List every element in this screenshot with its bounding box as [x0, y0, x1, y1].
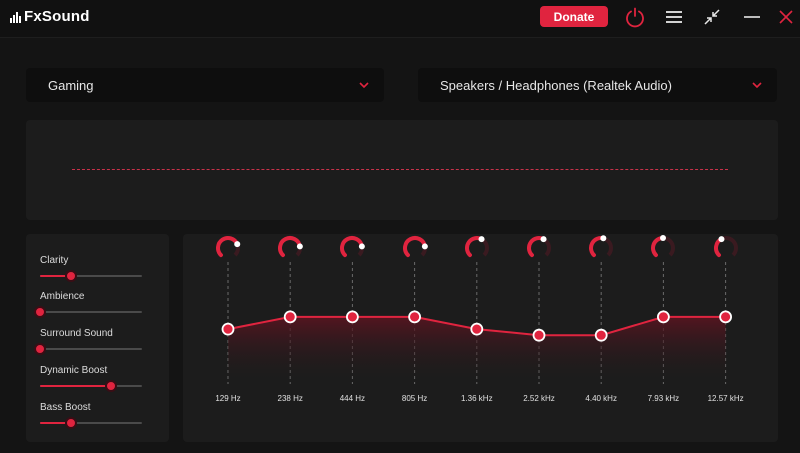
- equalizer-panel: 129 Hz 238 Hz 444 Hz 805 Hz 1.36 kHz 2.52 kHz…: [183, 234, 778, 442]
- eq-band-frequency-label: 1.36 kHz: [461, 394, 493, 403]
- eq-band-frequency-label: 12.57 kHz: [707, 394, 744, 403]
- menu-icon[interactable]: [661, 4, 687, 30]
- effect-bass-boost: Bass Boost: [40, 402, 142, 432]
- eq-band-frequency-label: 7.93 kHz: [647, 394, 680, 403]
- eq-band-frequency-label: 129 Hz: [215, 394, 241, 403]
- logo-text: FxSound: [24, 8, 90, 25]
- output-device-dropdown[interactable]: Speakers / Headphones (Realtek Audio): [418, 68, 777, 102]
- effect-clarity: Clarity: [40, 255, 142, 285]
- eq-band-frequency-label: 238 Hz: [277, 394, 303, 403]
- effect-label: Ambience: [40, 291, 85, 302]
- eq-band-handle[interactable]: [532, 328, 546, 342]
- spectrum-visualizer: [26, 120, 778, 220]
- effect-label: Surround Sound: [40, 328, 113, 339]
- logo-bars-icon: [10, 11, 21, 23]
- ambience-slider[interactable]: [34, 306, 142, 318]
- eq-band-dial[interactable]: [587, 234, 615, 262]
- eq-band-dial[interactable]: [214, 234, 242, 262]
- slider-knob[interactable]: [34, 306, 46, 318]
- eq-band-handle[interactable]: [221, 322, 235, 336]
- eq-band-handle[interactable]: [470, 322, 484, 336]
- effect-label: Dynamic Boost: [40, 365, 108, 376]
- eq-band-handle[interactable]: [283, 310, 297, 324]
- eq-band-handle[interactable]: [656, 310, 670, 324]
- slider-knob[interactable]: [64, 270, 77, 282]
- slider-knob[interactable]: [34, 343, 46, 355]
- minimize-to-compact-icon[interactable]: [699, 4, 725, 30]
- eq-band-dial[interactable]: [401, 234, 429, 262]
- eq-band-frequency-label: 2.52 kHz: [523, 394, 555, 403]
- eq-band-handle[interactable]: [594, 328, 608, 342]
- effect-dynamic-boost: Dynamic Boost: [40, 365, 142, 395]
- chevron-down-icon: [752, 82, 762, 89]
- effect-surround-sound: Surround Sound: [34, 328, 142, 358]
- eq-band-frequency-label: 4.40 kHz: [585, 394, 617, 403]
- eq-band-dial[interactable]: [649, 234, 677, 262]
- fxsound-logo: FxSound: [10, 8, 90, 25]
- preset-selected-value: Gaming: [48, 77, 94, 93]
- minimize-icon[interactable]: [739, 4, 765, 30]
- effects-panel: Clarity Ambience Surround Sound Dynamic …: [26, 234, 169, 442]
- clarity-slider[interactable]: [40, 270, 142, 282]
- power-icon[interactable]: [622, 4, 648, 30]
- eq-band-frequency-label: 805 Hz: [401, 394, 428, 403]
- bass-boost-slider[interactable]: [40, 417, 142, 429]
- eq-band-dial[interactable]: [712, 234, 740, 262]
- equalizer-graph: [221, 262, 732, 384]
- eq-band-dial[interactable]: [276, 234, 304, 262]
- eq-band-dial[interactable]: [338, 234, 366, 262]
- chevron-down-icon: [359, 82, 369, 89]
- eq-band-dial[interactable]: [463, 234, 491, 262]
- output-device-selected-value: Speakers / Headphones (Realtek Audio): [440, 77, 672, 93]
- effect-label: Bass Boost: [40, 402, 91, 413]
- slider-knob[interactable]: [64, 417, 77, 429]
- dynamic-boost-slider[interactable]: [40, 380, 142, 392]
- effect-label: Clarity: [40, 255, 69, 266]
- donate-button[interactable]: Donate: [540, 6, 608, 27]
- preset-dropdown[interactable]: Gaming: [26, 68, 384, 102]
- eq-band-frequency-label: 444 Hz: [339, 394, 366, 403]
- close-icon[interactable]: [773, 4, 799, 30]
- eq-band-handle[interactable]: [408, 310, 422, 324]
- eq-band-handle[interactable]: [719, 310, 732, 324]
- slider-knob[interactable]: [105, 380, 118, 392]
- eq-band-dial[interactable]: [525, 234, 553, 262]
- surround-sound-slider[interactable]: [34, 343, 142, 355]
- effect-ambience: Ambience: [34, 291, 142, 321]
- title-bar: FxSound Donate: [0, 0, 800, 38]
- eq-band-handle[interactable]: [345, 310, 359, 324]
- visualizer-baseline: [72, 169, 728, 170]
